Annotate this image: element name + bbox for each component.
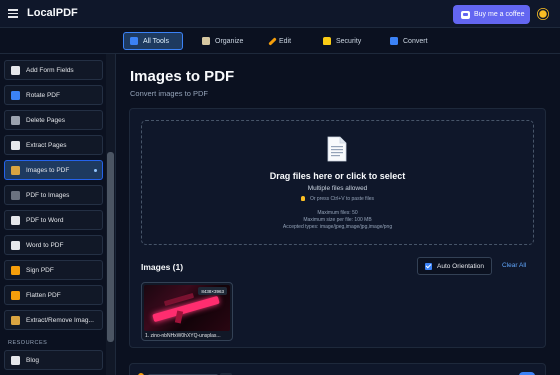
coffee-cup-icon (461, 10, 470, 19)
lightbulb-icon (300, 196, 305, 201)
rotate-icon (11, 90, 20, 100)
sidebar-item-label: Rotate PDF (26, 91, 60, 99)
sidebar-item-word-to-pdf[interactable]: Word to PDF (4, 235, 103, 255)
sidebar-item-sign-pdf[interactable]: Sign PDF (4, 260, 103, 280)
sidebar-item-label: Sign PDF (26, 266, 54, 274)
dropzone-title: Drag files here or click to select (269, 171, 406, 181)
sidebar-item-flatten-pdf[interactable]: Flatten PDF (4, 285, 103, 305)
category-tab-bar: All Tools Organize Edit Security Convert (0, 28, 560, 54)
auto-orientation-label: Auto Orientation (437, 262, 484, 270)
dropzone-max-size: Maximum size per file: 100 MB (303, 217, 372, 223)
images-count-header: Images (1) (141, 262, 184, 272)
tab-label: Edit (279, 37, 292, 45)
extract-icon (11, 140, 20, 150)
sidebar-item-label: PDF to Images (26, 191, 70, 199)
auto-orientation-toggle[interactable]: Auto Orientation (417, 257, 492, 275)
image-file-name: 1. zino-nbNHxW0hXYQ-unsplas... (145, 333, 221, 339)
coffee-button-label: Buy me a coffee (474, 11, 525, 18)
image-dimensions-badge: 8438×3963 (198, 287, 227, 295)
sidebar-item-label: Extract/Remove Imag... (26, 316, 94, 324)
sidebar-item-label: PDF to Word (26, 216, 64, 224)
tool-sidebar: Add Form Fields Rotate PDF Delete Pages … (0, 54, 116, 375)
document-icon (11, 240, 20, 250)
checkbox-checked-icon (425, 262, 432, 270)
pencil-icon (268, 36, 277, 46)
organize-icon (202, 37, 210, 45)
sidebar-item-blog[interactable]: Blog (4, 350, 103, 370)
tab-label: Organize (215, 37, 244, 45)
active-indicator-dot (94, 169, 97, 172)
tab-label: All Tools (143, 37, 169, 45)
convert-icon (390, 37, 398, 45)
trash-icon (11, 115, 20, 125)
sidebar-item-label: Extract Pages (26, 141, 67, 149)
tab-label: Security (336, 37, 362, 45)
document-icon (327, 136, 347, 162)
sidebar-scrollbar-thumb[interactable] (107, 152, 114, 342)
document-icon (11, 215, 20, 225)
page-subtitle: Convert images to PDF (130, 89, 208, 98)
tab-all-tools[interactable]: All Tools (123, 32, 183, 50)
tab-label: Convert (403, 37, 428, 45)
pencil-icon (11, 290, 20, 300)
sidebar-item-rotate-pdf[interactable]: Rotate PDF (4, 85, 103, 105)
dropzone-max-files: Maximum files: 50 (317, 210, 358, 216)
sidebar-item-pdf-to-word[interactable]: PDF to Word (4, 210, 103, 230)
sidebar-item-images-to-pdf[interactable]: Images to PDF (4, 160, 103, 180)
tab-security[interactable]: Security (317, 32, 367, 50)
tab-organize[interactable]: Organize (196, 32, 249, 50)
image-thumbnail-card[interactable]: 8438×3963 1. zino-nbNHxW0hXYQ-unsplas... (141, 282, 233, 341)
dropzone-accepted-types: Accepted types: image/jpeg,image/jpg,ima… (282, 224, 393, 230)
sidebar-item-delete-pages[interactable]: Delete Pages (4, 110, 103, 130)
lock-icon (323, 37, 331, 45)
page-title: Images to PDF (130, 68, 235, 85)
sidebar-item-add-form-fields[interactable]: Add Form Fields (4, 60, 103, 80)
sidebar-item-extract-pages[interactable]: Extract Pages (4, 135, 103, 155)
sidebar-item-extract-remove-images[interactable]: Extract/Remove Imag... (4, 310, 103, 330)
camera-icon (11, 190, 20, 200)
sidebar-item-label: Blog (26, 356, 40, 364)
sidebar-item-pdf-to-images[interactable]: PDF to Images (4, 185, 103, 205)
tab-edit[interactable]: Edit (265, 32, 297, 50)
sidebar-item-label: Images to PDF (26, 166, 70, 174)
clear-all-button[interactable]: Clear All (502, 262, 526, 269)
resources-section-label: RESOURCES (8, 340, 48, 346)
tab-convert[interactable]: Convert (384, 32, 434, 50)
dropzone-paste-hint: Or press Ctrl+V to paste files (141, 196, 534, 202)
image-icon (11, 315, 20, 325)
top-bar: LocalPDF Buy me a coffee (0, 0, 560, 28)
sidebar-item-label: Word to PDF (26, 241, 64, 249)
dropzone-multiple-note: Multiple files allowed (307, 185, 368, 192)
grid-icon (130, 37, 138, 45)
buy-me-a-coffee-button[interactable]: Buy me a coffee (453, 5, 530, 24)
signature-icon (11, 265, 20, 275)
hamburger-menu-icon[interactable] (8, 9, 18, 18)
sidebar-item-label: Flatten PDF (26, 291, 61, 299)
sidebar-item-label: Delete Pages (26, 116, 66, 124)
app-logo-title[interactable]: LocalPDF (27, 7, 78, 19)
theme-toggle-sun-icon[interactable] (539, 10, 547, 18)
image-icon (11, 165, 20, 175)
paste-hint-text: Or press Ctrl+V to paste files (309, 196, 375, 202)
document-icon (11, 355, 20, 365)
options-panel-collapsed (129, 363, 546, 375)
sidebar-item-label: Add Form Fields (26, 66, 74, 74)
form-icon (11, 65, 20, 75)
